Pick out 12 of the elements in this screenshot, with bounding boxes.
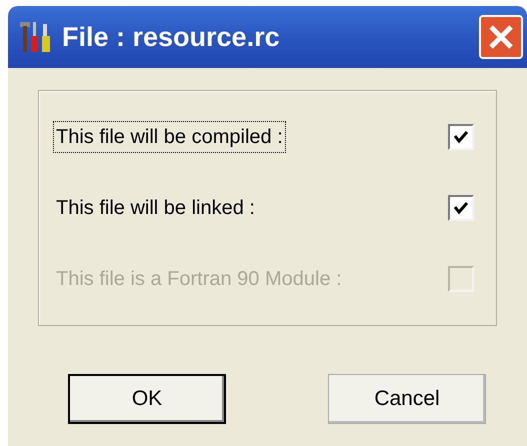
check-icon — [453, 130, 469, 144]
check-icon — [453, 200, 469, 215]
dialog-button[interactable]: OK — [68, 374, 226, 424]
checkbox[interactable] — [448, 194, 474, 221]
checkbox[interactable] — [448, 124, 474, 150]
option-label: This file will be compiled : — [53, 120, 286, 153]
close-button[interactable] — [479, 15, 523, 59]
dialog-button[interactable]: Cancel — [328, 374, 486, 424]
option-label: This file will be linked : — [55, 196, 256, 221]
window-title: File : resource.rc — [62, 20, 281, 54]
close-icon — [488, 24, 514, 50]
option-label: This file is a Fortran 90 Module : — [55, 267, 343, 292]
